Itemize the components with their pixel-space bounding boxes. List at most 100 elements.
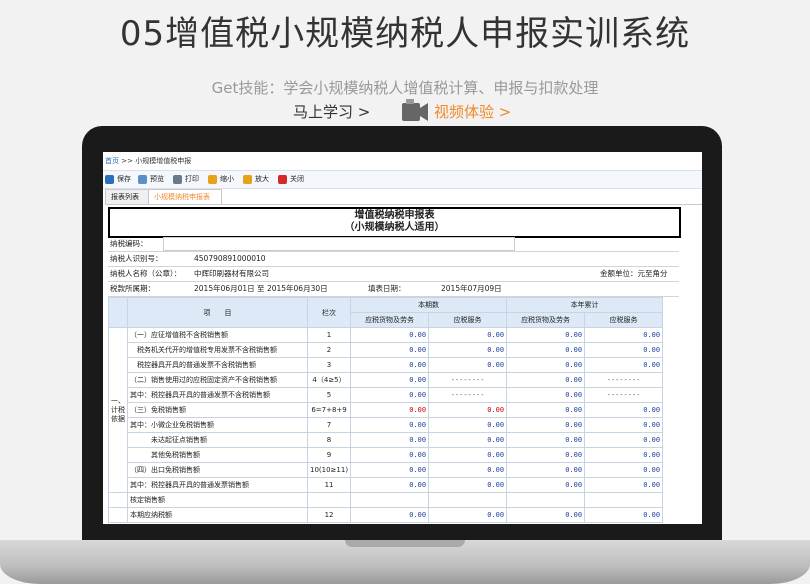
table-row: 税控器具开具的普通发票不含税销售额 3 0.00 0.00 0.00 0.00	[109, 357, 664, 373]
toolbar-label: 关闭	[290, 175, 304, 183]
toolbar-label: 放大	[255, 175, 269, 183]
row-line-number: 8	[306, 432, 352, 448]
table-row: 其中：税控器具开具的普通发票销售额 11 0.00 0.00 0.00 0.00	[109, 477, 664, 493]
amount-cell[interactable]: 0.00	[428, 342, 508, 358]
amount-cell[interactable]	[350, 492, 430, 508]
tab-report-list[interactable]: 报表列表	[105, 189, 153, 205]
zoom-in-button[interactable]: 放大	[243, 174, 269, 185]
amount-cell[interactable]: 0.00	[428, 462, 508, 478]
amount-cell[interactable]: 0.00	[506, 462, 586, 478]
table-row: （三）免税销售额 6=7+8+9 0.00 0.00 0.00 0.00	[109, 402, 664, 418]
amount-cell[interactable]: 0.00	[428, 327, 508, 343]
tab-small-scale-return[interactable]: 小规模纳税申报表	[148, 189, 222, 205]
amount-cell[interactable]	[428, 492, 508, 508]
amount-cell[interactable]: 0.00	[506, 417, 586, 433]
amount-cell[interactable]: 0.00	[584, 402, 664, 418]
preview-icon	[138, 175, 147, 184]
amount-cell[interactable]	[584, 492, 664, 508]
row-item: 税控器具开具的普通发票不含税销售额	[127, 357, 308, 373]
toolbar-label: 保存	[117, 175, 131, 183]
taxpayer-id-value: 450790891000010	[194, 254, 266, 263]
form-title: 增值税纳税申报表 （小规模纳税人适用）	[108, 207, 681, 238]
disabled-cell: --------	[584, 372, 664, 388]
amount-cell[interactable]: 0.00	[506, 327, 586, 343]
amount-cell[interactable]: 0.00	[506, 387, 586, 403]
print-button[interactable]: 打印	[173, 174, 199, 185]
zoom-out-button[interactable]: 缩小	[208, 174, 234, 185]
taxpayer-id-label: 纳税人识别号：	[110, 254, 163, 263]
amount-cell[interactable]: 0.00	[350, 387, 430, 403]
row-line-number: 9	[306, 447, 352, 463]
close-button[interactable]: 关闭	[278, 174, 304, 185]
period-value: 2015年06月01日 至 2015年06月30日	[194, 284, 328, 293]
amount-cell[interactable]: 0.00	[506, 372, 586, 388]
laptop-notch	[345, 540, 465, 547]
amount-cell[interactable]: 0.00	[506, 402, 586, 418]
amount-cell[interactable]: 0.00	[350, 507, 430, 523]
side-empty-cell	[108, 507, 128, 523]
amount-cell[interactable]: 0.00	[350, 402, 430, 418]
amount-cell[interactable]: 0.00	[428, 507, 508, 523]
row-line-number: 1	[306, 327, 352, 343]
amount-cell[interactable]: 0.00	[428, 402, 508, 418]
amount-cell[interactable]: 0.00	[428, 417, 508, 433]
amount-cell[interactable]: 0.00	[428, 477, 508, 493]
video-experience-link[interactable]: 视频体验 >	[434, 101, 511, 122]
amount-cell[interactable]: 0.00	[506, 477, 586, 493]
header-ytd-goods: 应税货物及劳务	[506, 312, 586, 328]
laptop-screen: 首页 >> 小规模增值税申报 保存 预览 打印 缩小 放大 关闭 报表列表 小规模纳税申报…	[103, 152, 702, 524]
amount-cell[interactable]: 0.00	[584, 432, 664, 448]
table-row: 核定销售额	[108, 492, 664, 508]
amount-cell[interactable]: 0.00	[506, 507, 586, 523]
table-row: 其中：小微企业免税销售额 7 0.00 0.00 0.00 0.00	[109, 417, 664, 433]
amount-cell[interactable]: 0.00	[584, 462, 664, 478]
amount-cell[interactable]: 0.00	[350, 477, 430, 493]
amount-cell[interactable]: 0.00	[428, 432, 508, 448]
amount-cell[interactable]: 0.00	[350, 432, 430, 448]
row-line-number: 4（4≥5）	[306, 372, 352, 388]
amount-cell[interactable]: 0.00	[584, 327, 664, 343]
preview-button[interactable]: 预览	[138, 174, 164, 185]
row-item: （一）应征增值税不含税销售额	[127, 327, 308, 343]
amount-cell[interactable]: 0.00	[350, 327, 430, 343]
row-item: 核定销售额	[127, 492, 308, 508]
amount-cell[interactable]: 0.00	[584, 357, 664, 373]
print-icon	[173, 175, 182, 184]
taxpayer-code-input[interactable]	[163, 237, 515, 251]
amount-cell[interactable]: 0.00	[584, 477, 664, 493]
amount-cell[interactable]: 0.00	[350, 447, 430, 463]
amount-cell[interactable]: 0.00	[350, 357, 430, 373]
row-line-number: 6=7+8+9	[306, 402, 352, 418]
save-button[interactable]: 保存	[105, 174, 131, 185]
row-line-number: 10(10≥11)	[306, 462, 352, 478]
breadcrumb-home[interactable]: 首页	[105, 157, 119, 165]
taxpayer-name-row: 纳税人名称（公章）： 中辉印刷器材有限公司 金额单位：元至角分	[108, 266, 679, 282]
side-category-label: 一、计税依据	[108, 327, 128, 493]
amount-cell[interactable]: 0.00	[584, 507, 664, 523]
amount-cell[interactable]: 0.00	[350, 372, 430, 388]
amount-cell[interactable]: 0.00	[506, 432, 586, 448]
table-row: （四）出口免税销售额 10(10≥11) 0.00 0.00 0.00 0.00	[109, 462, 664, 478]
amount-cell[interactable]: 0.00	[428, 357, 508, 373]
amount-cell[interactable]: 0.00	[350, 462, 430, 478]
header-current-goods: 应税货物及劳务	[350, 312, 430, 328]
disabled-cell: --------	[428, 372, 508, 388]
amount-cell[interactable]: 0.00	[428, 447, 508, 463]
row-item: （四）出口免税销售额	[127, 462, 308, 478]
header-item: 项 目	[127, 297, 308, 328]
learn-now-link[interactable]: 马上学习 >	[293, 101, 370, 122]
row-line-number: 5	[306, 387, 352, 403]
amount-cell[interactable]	[506, 492, 586, 508]
amount-cell[interactable]: 0.00	[506, 447, 586, 463]
header-line: 栏次	[306, 297, 352, 328]
amount-cell[interactable]: 0.00	[584, 447, 664, 463]
header-current: 本期数	[350, 297, 508, 313]
amount-cell[interactable]: 0.00	[506, 357, 586, 373]
period-row: 税款所属期： 2015年06月01日 至 2015年06月30日 填表日期： 2…	[108, 281, 679, 297]
amount-cell[interactable]: 0.00	[584, 342, 664, 358]
amount-cell[interactable]: 0.00	[506, 342, 586, 358]
table-row: 其他免税销售额 9 0.00 0.00 0.00 0.00	[109, 447, 664, 463]
amount-cell[interactable]: 0.00	[350, 342, 430, 358]
amount-cell[interactable]: 0.00	[350, 417, 430, 433]
amount-cell[interactable]: 0.00	[584, 417, 664, 433]
